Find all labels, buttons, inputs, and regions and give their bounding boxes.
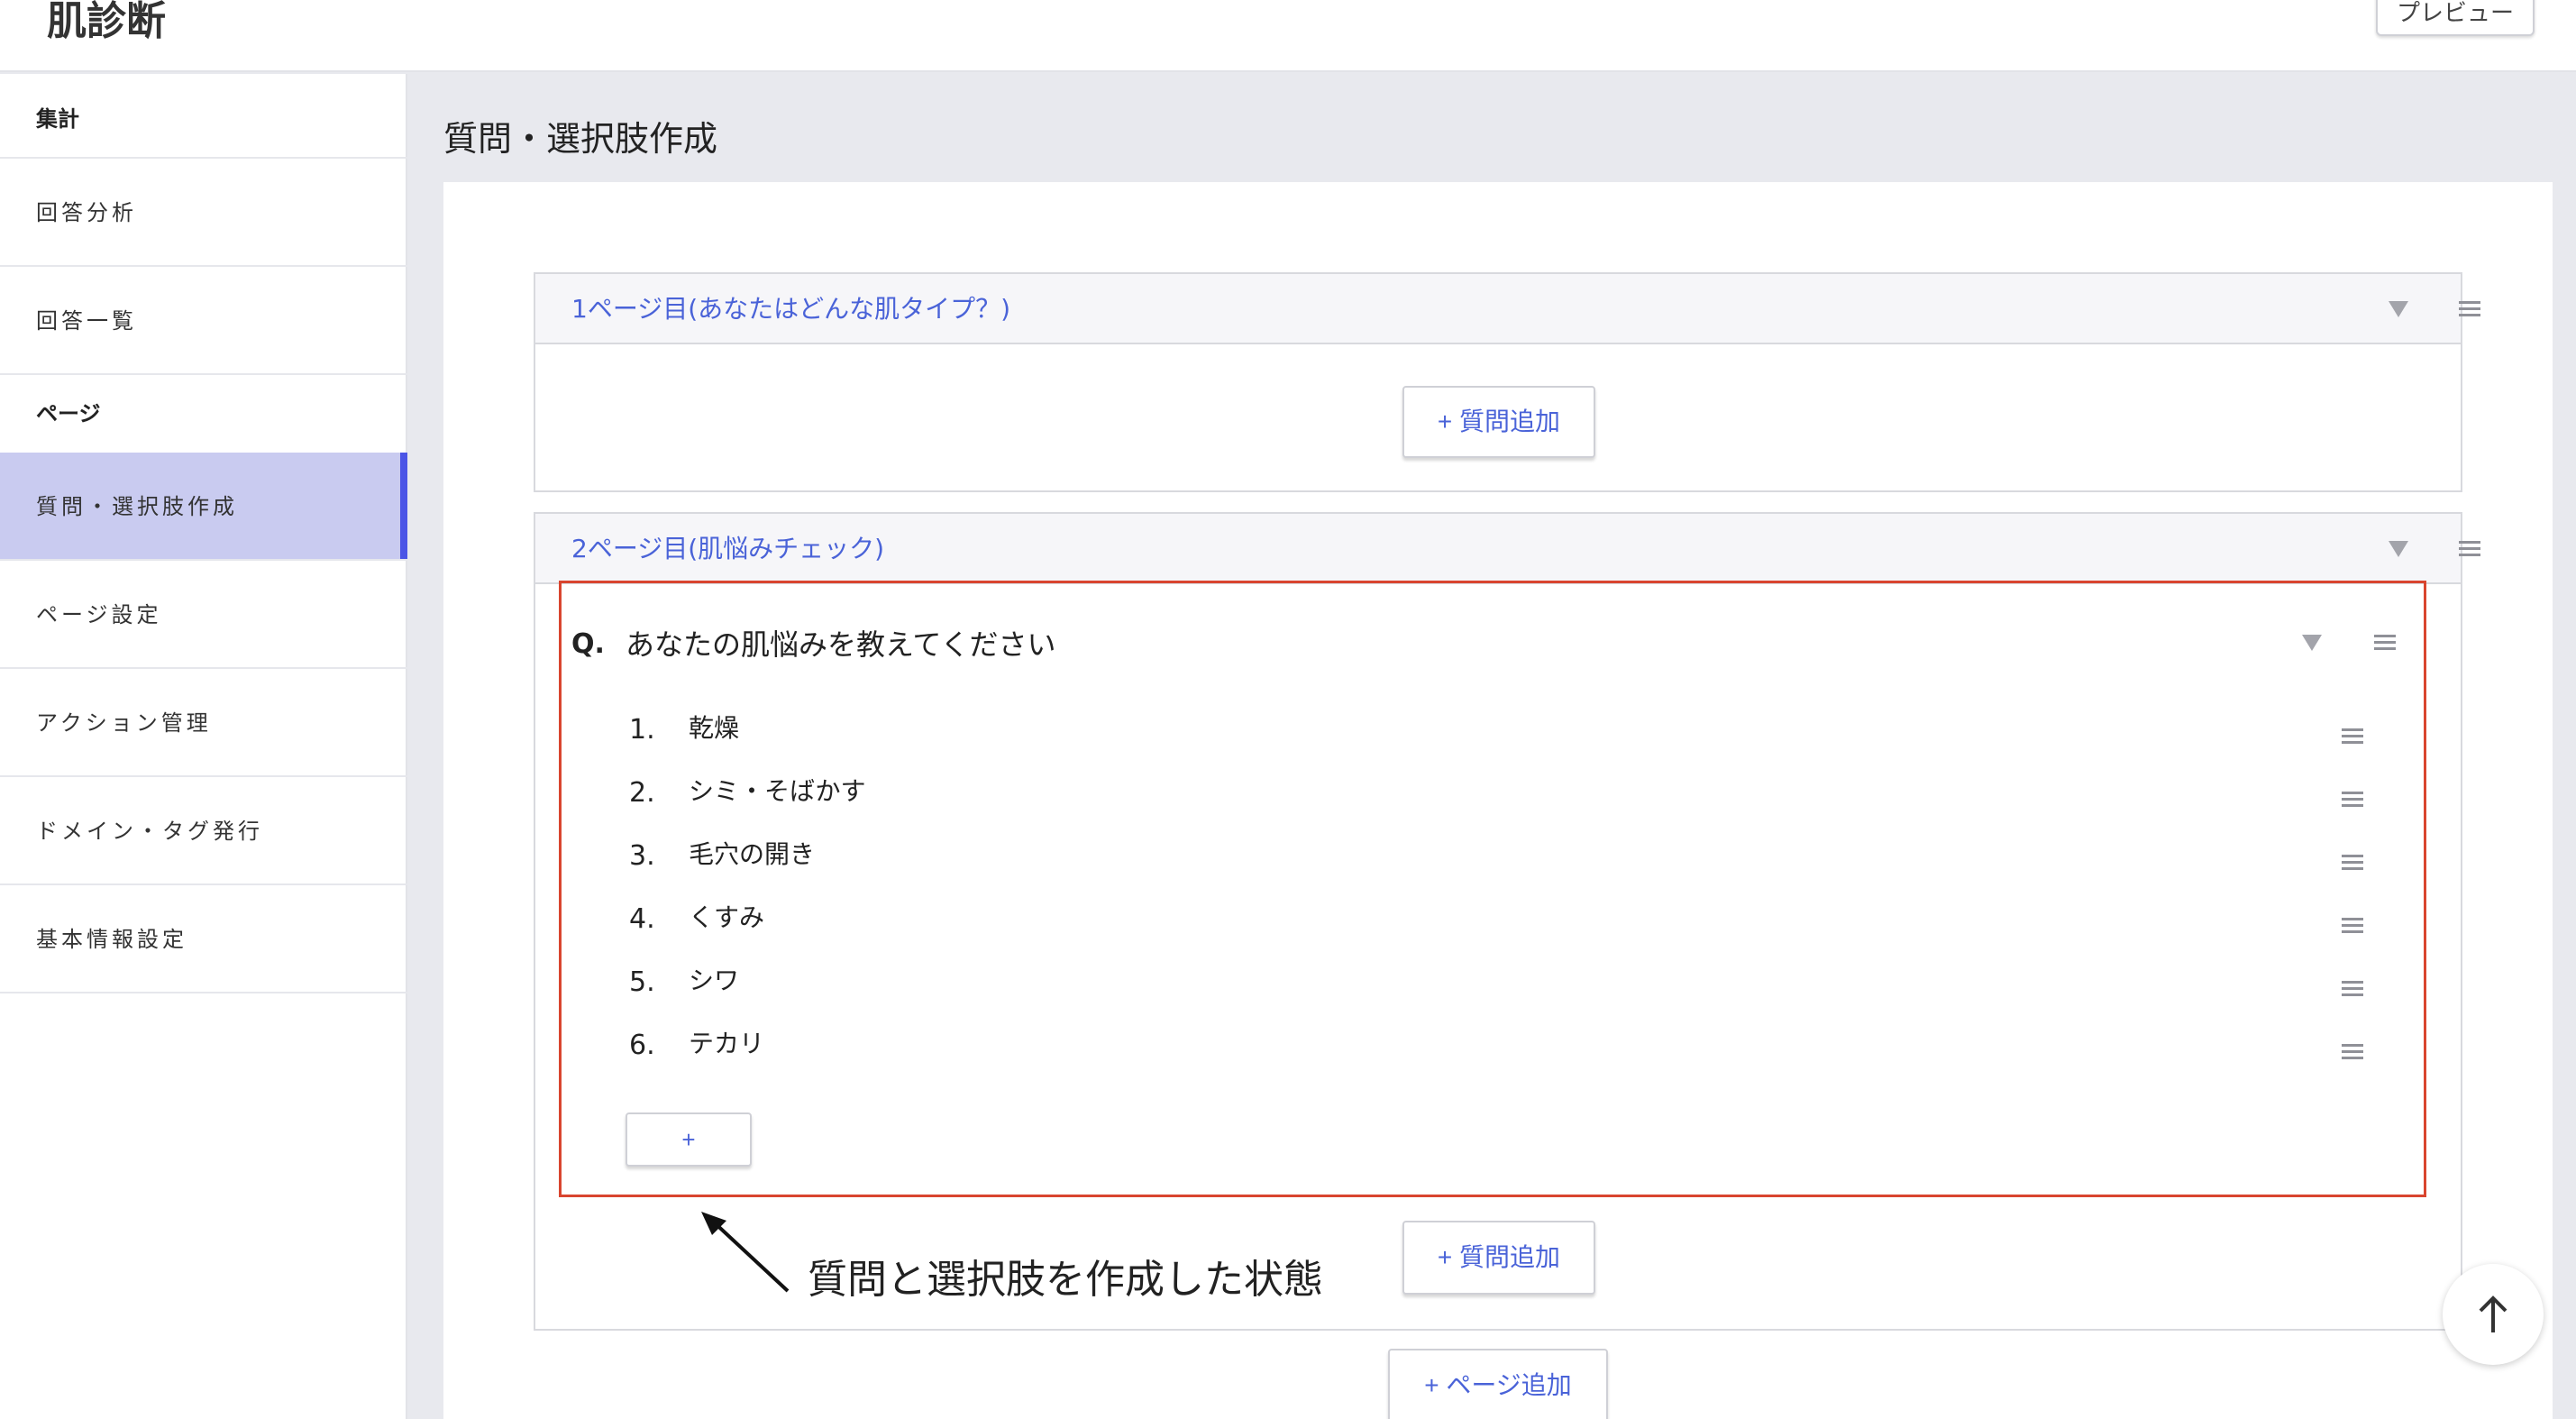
drag-handle-icon[interactable] <box>2342 855 2363 871</box>
question-highlight-box <box>559 581 2426 1197</box>
option-number: 2. <box>629 777 655 809</box>
option-text[interactable]: テカリ <box>689 1024 764 1064</box>
preview-button[interactable]: プレビュー <box>2376 0 2535 36</box>
add-question-button-2[interactable]: + 質問追加 <box>1402 1221 1595 1295</box>
page-block-1-header[interactable]: 1ページ目(あなたはどんな肌タイプ？) <box>535 274 2480 344</box>
scroll-top-button[interactable] <box>2443 1264 2544 1365</box>
drag-handle-icon[interactable] <box>2342 728 2363 745</box>
option-text[interactable]: シワ <box>689 961 739 1001</box>
drag-handle-icon[interactable] <box>2374 635 2396 651</box>
drag-handle-icon[interactable] <box>2342 981 2363 997</box>
option-number: 6. <box>629 1030 655 1061</box>
triangle-down-icon[interactable] <box>2302 635 2322 651</box>
add-page-button[interactable]: + ページ追加 <box>1388 1349 1608 1419</box>
option-text[interactable]: 乾燥 <box>689 709 739 748</box>
add-question-button[interactable]: + 質問追加 <box>1402 386 1595 458</box>
app-title: 肌診断 <box>47 0 166 44</box>
question-label: Q. <box>571 628 605 660</box>
option-number: 4. <box>629 903 655 935</box>
annotation-text: 質問と選択肢を作成した状態 <box>808 1257 1323 1303</box>
add-option-button[interactable]: + <box>626 1112 752 1167</box>
option-number: 3. <box>629 840 655 872</box>
sidebar-item-page-settings[interactable]: ページ設定 <box>0 561 407 669</box>
sidebar-item-basic-info[interactable]: 基本情報設定 <box>0 885 407 993</box>
arrow-up-icon <box>2479 1295 2507 1332</box>
triangle-down-icon[interactable] <box>2389 301 2408 317</box>
drag-handle-icon[interactable] <box>2459 301 2480 317</box>
annotation-arrow <box>701 1212 790 1293</box>
sidebar-item-answer-analysis[interactable]: 回答分析 <box>0 159 407 267</box>
triangle-down-icon[interactable] <box>2389 541 2408 557</box>
sidebar-item-action-management[interactable]: アクション管理 <box>0 669 407 777</box>
drag-handle-icon[interactable] <box>2342 1044 2363 1060</box>
question-text[interactable]: あなたの肌悩みを教えてください <box>626 622 1055 667</box>
page-block-2-title: 2ページ目(肌悩みチェック) <box>571 534 885 563</box>
page-block-2-header[interactable]: 2ページ目(肌悩みチェック) <box>535 514 2480 584</box>
sidebar: 集計 回答分析 回答一覧 ページ 質問・選択肢作成 ページ設定 アクション管理 … <box>0 74 407 1419</box>
drag-handle-icon[interactable] <box>2459 541 2480 557</box>
page-title: 質問・選択肢作成 <box>443 119 718 159</box>
sidebar-section-page: ページ <box>36 401 101 426</box>
app-header: 肌診断 プレビュー <box>0 0 2576 72</box>
page-block-1-title: 1ページ目(あなたはどんな肌タイプ？) <box>571 294 1011 324</box>
sidebar-item-answer-list[interactable]: 回答一覧 <box>0 267 407 375</box>
sidebar-item-question-create[interactable]: 質問・選択肢作成 <box>0 453 407 561</box>
drag-handle-icon[interactable] <box>2342 918 2363 934</box>
page-block-1: 1ページ目(あなたはどんな肌タイプ？) + 質問追加 <box>534 272 2480 492</box>
option-number: 1. <box>629 714 655 746</box>
option-number: 5. <box>629 966 655 998</box>
option-text[interactable]: シミ・そばかす <box>689 772 866 811</box>
sidebar-section-aggregate: 集計 <box>0 74 407 159</box>
option-text[interactable]: 毛穴の開き <box>689 835 815 874</box>
option-text[interactable]: くすみ <box>689 898 764 938</box>
drag-handle-icon[interactable] <box>2342 792 2363 808</box>
sidebar-item-domain-tag[interactable]: ドメイン・タグ発行 <box>0 777 407 885</box>
